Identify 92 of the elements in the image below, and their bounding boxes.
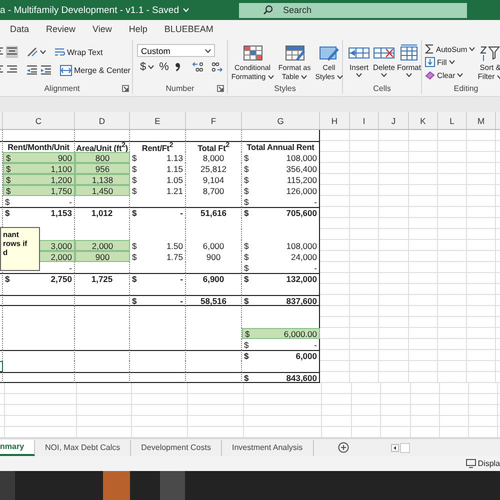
cell-value: 356,400 (286, 164, 317, 174)
group-label: Cells (373, 84, 391, 93)
cell-value: 58,516 (200, 296, 226, 306)
cell-value: 51,616 (200, 208, 226, 218)
cell-value: 1.21 (166, 186, 183, 196)
currency-sign: $ (244, 186, 249, 196)
cell-value: 24,000 (291, 252, 317, 262)
cell-value: 6,000 (296, 351, 317, 361)
currency-sign: $ (6, 152, 11, 162)
currency-sign: $ (244, 252, 249, 262)
cell-value: 1,725 (91, 274, 113, 284)
currency-sign: $ (6, 174, 11, 184)
currency-sign: $ (6, 164, 11, 174)
currency-sign: $ (244, 262, 249, 272)
cell-value: 108,000 (286, 240, 317, 250)
cell-value: - (180, 208, 183, 218)
cell-value: 956 (95, 164, 110, 174)
currency-sign: $ (244, 164, 249, 174)
cell-value: 1,750 (50, 186, 72, 196)
cell-value: 1,153 (50, 208, 72, 218)
currency-sign: $ (244, 351, 249, 361)
currency-sign: $ (5, 208, 10, 218)
cell-value: - (69, 262, 72, 272)
cell-value: 6,900 (202, 274, 224, 284)
column-title: Total Ft$^{2}$ (198, 142, 230, 152)
cell-value: 3,000 (50, 240, 72, 250)
cell-value: 132,000 (286, 274, 317, 284)
currency-sign: $ (244, 152, 249, 162)
cell-value: 900 (206, 252, 221, 262)
currency-sign: $ (132, 152, 137, 162)
cell-value: - (314, 262, 317, 272)
currency-sign: $ (244, 208, 249, 218)
group-label: Styles (274, 84, 296, 93)
currency-sign: $ (244, 196, 249, 206)
cell-value: 1.50 (166, 240, 183, 250)
currency-sign: $ (244, 340, 249, 350)
group-label: Alignment (44, 84, 80, 93)
currency-sign: $ (5, 274, 10, 284)
currency-sign: $ (244, 296, 249, 306)
currency-sign: $ (132, 240, 137, 250)
column-title: Rent/Month/Unit (8, 142, 70, 152)
cell-value: 837,600 (286, 296, 317, 306)
cell-value: 6,000.00 (284, 328, 317, 338)
column-title: Total Annual Rent (246, 142, 314, 152)
currency-sign: $ (245, 328, 250, 338)
cell-value: 1,200 (50, 174, 72, 184)
cell-value: - (314, 196, 317, 206)
group-label: Editing (454, 84, 478, 93)
cell-value: 900 (95, 252, 110, 262)
cell-value: 126,000 (286, 186, 317, 196)
currency-sign: $ (132, 174, 137, 184)
cell-value: - (69, 196, 72, 206)
group-label: Number (166, 84, 194, 93)
cell-value: 1,138 (92, 174, 114, 184)
cell-value: 2,000 (92, 240, 114, 250)
currency-sign: $ (132, 208, 137, 218)
cell-value: - (180, 296, 183, 306)
cell-value: 1,012 (91, 208, 113, 218)
cell-value: 705,600 (286, 208, 317, 218)
window-title: a - Multifamily Development - v1.1 - Saved (0, 4, 179, 16)
currency-sign: $ (244, 372, 249, 382)
cell-value: 843,600 (286, 372, 317, 382)
cell-value: 900 (58, 152, 72, 162)
cell-value: 2,750 (50, 274, 72, 284)
cell-value: - (180, 274, 183, 284)
column-title: Rent/Ft$^{2}$ (142, 142, 174, 152)
cell-value: 1.75 (166, 252, 183, 262)
cell-value: 6,000 (202, 240, 224, 250)
cell-value: 115,200 (286, 174, 317, 184)
cell-value: 1,450 (92, 186, 114, 196)
cell-value: 8,700 (202, 186, 224, 196)
currency-sign: $ (244, 174, 249, 184)
currency-sign: $ (132, 164, 137, 174)
currency-sign: $ (6, 186, 11, 196)
currency-sign: $ (244, 274, 249, 284)
currency-sign: $ (244, 240, 249, 250)
currency-sign: $ (5, 196, 10, 206)
cell-value: 8,000 (202, 152, 224, 162)
cell-value: 2,000 (50, 252, 72, 262)
cell-value: 1.13 (166, 152, 183, 162)
currency-sign: $ (132, 296, 137, 306)
cell-value: - (314, 340, 317, 350)
cell-value: 25,812 (200, 164, 226, 174)
currency-sign: $ (132, 274, 137, 284)
currency-sign: $ (132, 186, 137, 196)
cell-value: 1,100 (50, 164, 72, 174)
currency-sign: $ (132, 252, 137, 262)
cell-value: 1.05 (166, 174, 183, 184)
cell-value: 800 (95, 152, 110, 162)
cell-value: 1.15 (166, 164, 183, 174)
cell-value: 108,000 (286, 152, 317, 162)
cell-value: 9,104 (202, 174, 224, 184)
